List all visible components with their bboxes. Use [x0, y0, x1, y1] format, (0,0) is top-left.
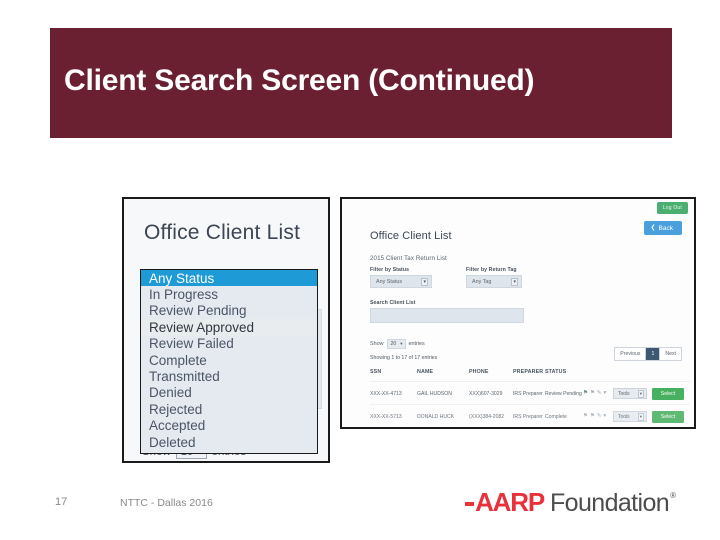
select-button[interactable]: Select: [652, 387, 684, 400]
search-client-list-input[interactable]: [370, 308, 524, 323]
table-row[interactable]: XXX-XX-4713 GAIL HUDSON XXX)607-3029 IRS…: [370, 381, 690, 405]
chevron-left-icon: ❮: [650, 225, 656, 231]
table-row[interactable]: XXX-XX-5713 DONALD HUCK (XXX)384-2082 IR…: [370, 404, 690, 427]
chevron-down-icon: ▾: [511, 277, 518, 286]
logout-button[interactable]: Log Out: [656, 202, 688, 214]
chevron-down-icon: ▾: [637, 412, 644, 421]
showing-entries-text: Showing 1 to 17 of 17 entries: [370, 355, 438, 361]
status-option-in-progress[interactable]: In Progress: [141, 286, 317, 302]
cell-name: DONALD HUCK: [417, 413, 455, 420]
row-action-icons: ⚑ ⚑ ✎ ▾: [583, 413, 613, 420]
slide-number: 17: [55, 496, 68, 508]
footer-note: NTTC - Dallas 2016: [120, 497, 213, 509]
column-header-status: STATUS: [545, 369, 567, 375]
cell-status: Review Pending: [545, 390, 582, 397]
right-office-client-list-heading: Office Client List: [370, 230, 452, 242]
back-button-label: Back: [658, 224, 673, 232]
cell-preparer: IRS Preparer: [513, 390, 543, 397]
table-header-row: SSN NAME PHONE PREPARER STATUS: [370, 369, 670, 375]
right-entries-label: entries: [408, 341, 425, 347]
pagination-previous[interactable]: Previous: [615, 348, 647, 360]
logo-registered-mark: ®: [670, 491, 676, 500]
search-client-list-label: Search Client List: [370, 300, 416, 306]
tag-icon[interactable]: ⚑: [590, 390, 595, 397]
filter-by-status-select[interactable]: Any Status ▾: [370, 275, 432, 288]
slide-title-banner: Client Search Screen (Continued): [50, 28, 672, 138]
chevron-down-icon: ▾: [421, 277, 428, 286]
filter-by-status-label: Filter by Status: [370, 267, 410, 273]
status-option-any-status[interactable]: Any Status: [141, 270, 317, 287]
status-dropdown-list[interactable]: Any Status In Progress Review Pending Re…: [140, 269, 318, 455]
pagination-next[interactable]: Next: [660, 348, 681, 360]
tools-dropdown[interactable]: Tools ▾: [613, 411, 647, 422]
pagination-page-1[interactable]: 1: [646, 348, 661, 360]
tools-dropdown[interactable]: Tools ▾: [613, 388, 647, 399]
cell-ssn: XXX-XX-4713: [370, 390, 402, 397]
left-screenshot-zoomed-dropdown: Office Client List Show 10 ▾ entries Any…: [122, 197, 330, 463]
status-option-accepted[interactable]: Accepted: [141, 418, 317, 434]
right-show-entries-row: Show 20 ▾ entries: [370, 339, 425, 349]
right-show-label: Show: [370, 341, 384, 347]
flag-icon[interactable]: ⚑: [583, 413, 588, 420]
cell-name: GAIL HUDSON: [417, 390, 452, 397]
filter-by-return-tag-value: Any Tag: [472, 278, 492, 285]
status-option-review-pending[interactable]: Review Pending: [141, 303, 317, 319]
status-option-transmitted[interactable]: Transmitted: [141, 368, 317, 384]
filter-by-return-tag-select[interactable]: Any Tag ▾: [466, 275, 522, 288]
left-office-client-list-heading: Office Client List: [144, 221, 301, 244]
tools-label: Tools: [618, 390, 630, 397]
cell-preparer: IRS Preparer: [513, 413, 543, 420]
chevron-down-icon: ▾: [400, 341, 403, 346]
status-option-rejected[interactable]: Rejected: [141, 401, 317, 417]
cell-status: Complete: [545, 413, 567, 420]
logo-dash-icon: [465, 502, 475, 506]
tag-icon[interactable]: ⚑: [590, 413, 595, 420]
cell-phone: (XXX)384-2082: [469, 413, 505, 420]
column-header-phone: PHONE: [469, 369, 489, 375]
status-option-review-approved[interactable]: Review Approved: [141, 319, 317, 336]
logo-foundation-text: Foundation: [549, 489, 670, 517]
tools-label: Tools: [618, 413, 630, 420]
column-header-ssn: SSN: [370, 369, 382, 375]
chevron-down-icon[interactable]: ▾: [603, 390, 606, 397]
filter-by-return-tag-label: Filter by Return Tag: [466, 267, 517, 273]
right-screenshot-full-page: Log Out ❮ Back Office Client List 2015 C…: [340, 197, 696, 429]
column-header-preparer: PREPARER: [513, 369, 544, 375]
pagination: Previous 1 Next: [614, 347, 682, 361]
column-header-name: NAME: [417, 369, 434, 375]
right-show-entries-value: 20: [390, 341, 397, 347]
select-button[interactable]: Select: [652, 410, 684, 423]
status-option-complete[interactable]: Complete: [141, 352, 317, 368]
cell-phone: XXX)607-3029: [469, 390, 503, 397]
filter-by-status-value: Any Status: [376, 278, 403, 285]
chevron-down-icon[interactable]: ▾: [603, 413, 606, 420]
page-title: Client Search Screen (Continued): [64, 64, 535, 97]
flag-icon[interactable]: ⚑: [583, 390, 588, 397]
aarp-foundation-logo: AARP Foundation ®: [465, 487, 676, 518]
chevron-down-icon: ▾: [637, 389, 644, 398]
logo-aarp-text: AARP: [475, 487, 545, 517]
row-action-icons: ⚑ ⚑ ✎ ▾: [583, 390, 613, 397]
right-show-entries-select[interactable]: 20 ▾: [386, 339, 406, 349]
note-icon[interactable]: ✎: [597, 390, 602, 397]
right-page-body: Log Out ❮ Back Office Client List 2015 C…: [342, 199, 694, 427]
note-icon[interactable]: ✎: [597, 413, 602, 420]
status-option-deleted[interactable]: Deleted: [141, 434, 317, 450]
status-option-denied[interactable]: Denied: [141, 385, 317, 401]
cell-ssn: XXX-XX-5713: [370, 413, 402, 420]
back-button[interactable]: ❮ Back: [643, 221, 682, 235]
status-option-review-failed[interactable]: Review Failed: [141, 336, 317, 352]
client-tax-return-list-subtitle: 2015 Client Tax Return List: [370, 255, 447, 262]
